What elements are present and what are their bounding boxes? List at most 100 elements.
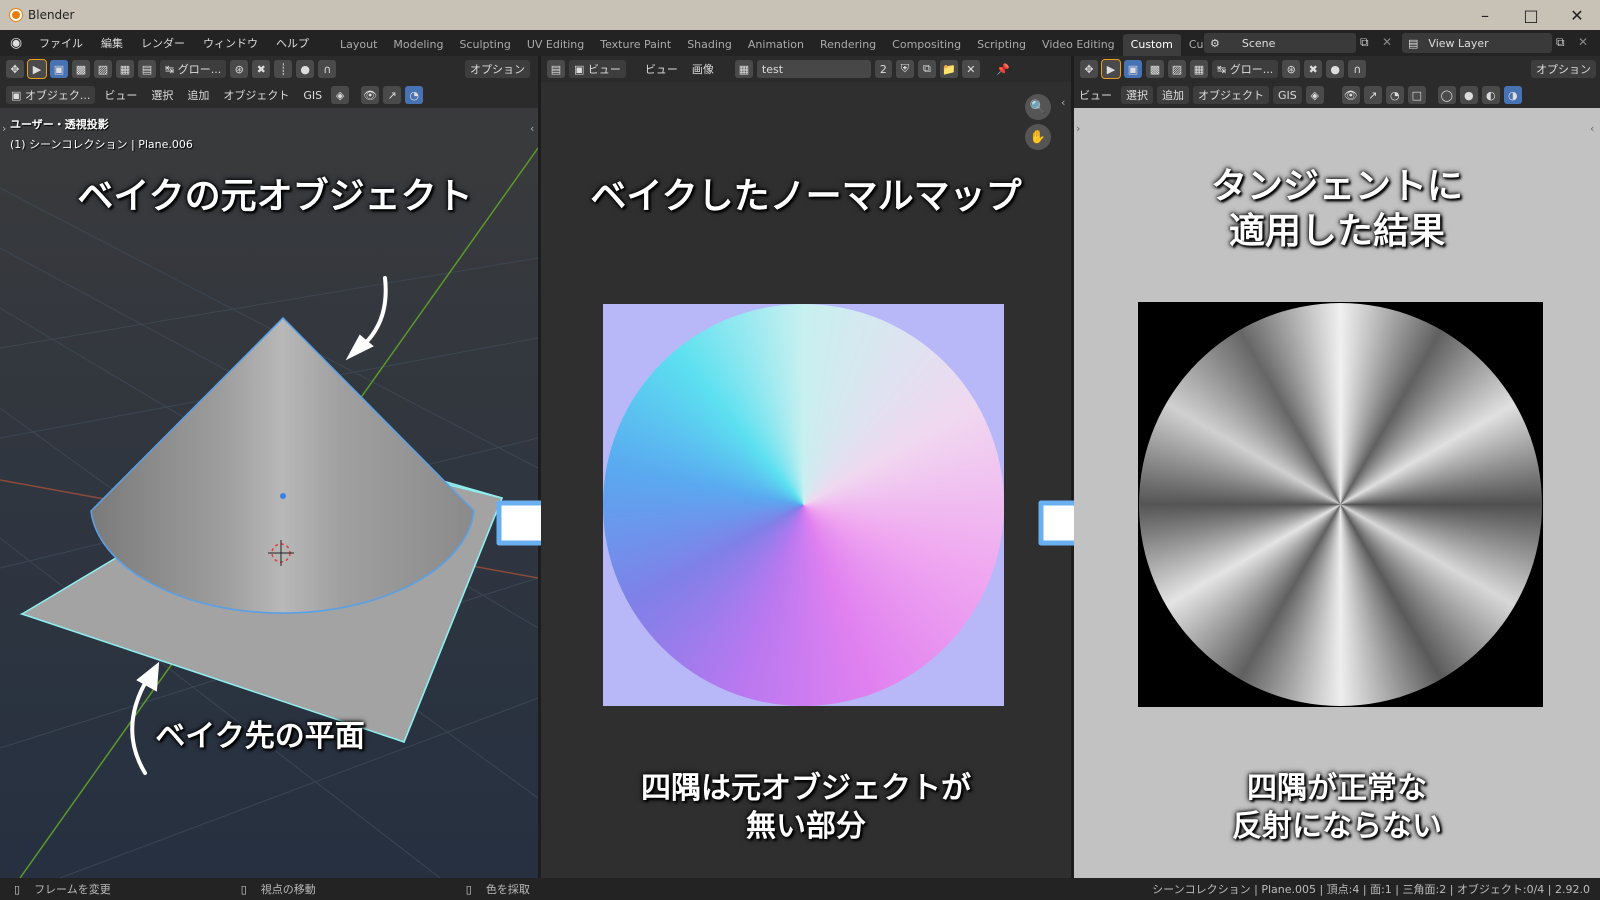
editor-type-icon[interactable]: ✥ xyxy=(6,60,24,78)
falloff-icon[interactable]: ∩ xyxy=(1348,60,1367,78)
menu-gis[interactable]: GIS xyxy=(1273,86,1302,104)
new-view-layer-icon[interactable]: ⧉ xyxy=(1556,35,1565,50)
mode-dropdown[interactable]: ▣ オブジェク... xyxy=(6,86,96,104)
select-invert-icon[interactable]: ▦ xyxy=(1190,60,1208,78)
image-browse-icon[interactable]: ▦ xyxy=(734,60,753,78)
sidebar-toggle-icon[interactable]: ‹ xyxy=(530,122,534,135)
tangent-result-render[interactable] xyxy=(1138,302,1543,707)
delete-view-layer-icon[interactable]: ✕ xyxy=(1578,35,1588,49)
viewport-3d-left[interactable]: ✥ ▶ ▣ ▩ ▨ ▦ ▤ ↹ グロー... ⊛ ✖ ┊ ● ∩ オプション ▣… xyxy=(0,56,538,878)
select-extend-icon[interactable]: ▩ xyxy=(72,60,90,78)
gizmo-toggle-icon[interactable]: ↗ xyxy=(383,86,402,104)
visibility-icon[interactable]: 👁 xyxy=(361,86,380,104)
source-cone[interactable] xyxy=(90,316,475,614)
select-tool-icon[interactable]: ▶ xyxy=(1101,59,1121,79)
menu-object[interactable]: オブジェクト xyxy=(218,86,294,104)
sidebar-toggle-icon[interactable]: ‹ xyxy=(1590,122,1594,135)
sidebar-toggle-icon[interactable]: ‹ xyxy=(1061,96,1065,109)
snap-target-icon[interactable]: ┊ xyxy=(274,60,293,78)
tab-layout[interactable]: Layout xyxy=(332,34,385,56)
select-tool-icon[interactable]: ▶ xyxy=(27,59,47,79)
menu-select[interactable]: 選択 xyxy=(146,86,178,104)
proportional-icon[interactable]: ● xyxy=(1326,60,1345,78)
menu-help[interactable]: ヘルプ xyxy=(267,35,318,51)
image-mode-dropdown[interactable]: ▣ ビュー xyxy=(569,60,626,78)
image-editor-middle[interactable]: ▤ ▣ ビュー ビュー 画像 ▦ test 2 ⛨ ⧉ 📁 ✕ 📌 🔍 ✋ ‹ … xyxy=(541,56,1071,878)
new-scene-icon[interactable]: ⧉ xyxy=(1360,35,1369,50)
tab-texture-paint[interactable]: Texture Paint xyxy=(592,34,679,56)
image-name-field[interactable]: test xyxy=(756,60,871,78)
shading-solid-icon[interactable]: ● xyxy=(1459,86,1478,104)
shading-rendered-icon[interactable]: ◑ xyxy=(1503,86,1522,104)
tab-video-editing[interactable]: Video Editing xyxy=(1034,34,1123,56)
falloff-icon[interactable]: ∩ xyxy=(318,60,337,78)
menu-render[interactable]: レンダー xyxy=(132,35,194,51)
minimize-icon[interactable]: – xyxy=(1462,0,1508,30)
tab-animation[interactable]: Animation xyxy=(740,34,812,56)
tab-modeling[interactable]: Modeling xyxy=(385,34,451,56)
fake-user-icon[interactable]: ⛨ xyxy=(895,60,914,78)
menu-file[interactable]: ファイル xyxy=(30,35,92,51)
proportional-icon[interactable]: ● xyxy=(296,60,315,78)
select-box-icon[interactable]: ▣ xyxy=(50,60,68,78)
scene-selector[interactable]: ⚙ Scene xyxy=(1204,33,1356,53)
editor-type-icon[interactable]: ▤ xyxy=(547,60,565,78)
select-box-icon[interactable]: ▣ xyxy=(1124,60,1142,78)
gizmo-icon[interactable]: ◈ xyxy=(331,86,350,104)
tab-scripting[interactable]: Scripting xyxy=(969,34,1034,56)
options-dropdown[interactable]: オプション xyxy=(1531,60,1596,78)
view-layer-selector[interactable]: ▤ View Layer xyxy=(1402,33,1552,53)
pan-hand-icon[interactable]: ✋ xyxy=(1025,124,1051,150)
menu-gis[interactable]: GIS xyxy=(298,86,327,104)
unlink-image-icon[interactable]: ✕ xyxy=(961,60,980,78)
tab-rendering[interactable]: Rendering xyxy=(812,34,884,56)
snap-icon[interactable]: ✖ xyxy=(252,60,271,78)
maximize-icon[interactable]: □ xyxy=(1508,0,1554,30)
open-image-icon[interactable]: 📁 xyxy=(939,60,958,78)
delete-scene-icon[interactable]: ✕ xyxy=(1382,35,1392,49)
tab-compositing[interactable]: Compositing xyxy=(884,34,969,56)
tab-custom[interactable]: Custom xyxy=(1122,34,1181,56)
menu-window[interactable]: ウィンドウ xyxy=(194,35,267,51)
snap-icon[interactable]: ✖ xyxy=(1304,60,1323,78)
options-dropdown[interactable]: オプション xyxy=(465,60,530,78)
viewport-3d-right[interactable]: ✥ ▶ ▣ ▩ ▨ ▦ ↹ グロー... ⊛ ✖ ● ∩ オプション ビュー 選… xyxy=(1074,56,1600,878)
tab-shading[interactable]: Shading xyxy=(679,34,740,56)
overlay-icon[interactable]: ◔ xyxy=(405,86,424,104)
xray-icon[interactable]: □ xyxy=(1407,86,1426,104)
select-subtract-icon[interactable]: ▨ xyxy=(1168,60,1186,78)
gizmo-toggle-icon[interactable]: ↗ xyxy=(1363,86,1382,104)
shading-material-icon[interactable]: ◐ xyxy=(1481,86,1500,104)
menu-object[interactable]: オブジェクト xyxy=(1193,86,1269,104)
menu-view[interactable]: ビュー xyxy=(99,86,142,104)
pivot-icon[interactable]: ⊛ xyxy=(230,60,249,78)
normal-map-image[interactable] xyxy=(603,304,1004,706)
menu-image[interactable]: 画像 xyxy=(687,60,719,78)
select-subtract-icon[interactable]: ▨ xyxy=(94,60,112,78)
transform-orientation-dropdown[interactable]: ↹ グロー... xyxy=(160,60,227,78)
menu-edit[interactable]: 編集 xyxy=(92,35,132,51)
menu-select[interactable]: 選択 xyxy=(1121,86,1153,104)
shading-wireframe-icon[interactable]: ◯ xyxy=(1437,86,1456,104)
menu-view[interactable]: ビュー xyxy=(640,60,683,78)
overlay-icon[interactable]: ◔ xyxy=(1385,86,1404,104)
zoom-icon[interactable]: 🔍 xyxy=(1025,94,1051,120)
toolbar-toggle-icon[interactable]: › xyxy=(2,122,6,135)
transform-orientation-dropdown[interactable]: ↹ グロー... xyxy=(1212,60,1279,78)
menu-add[interactable]: 追加 xyxy=(182,86,214,104)
menu-add[interactable]: 追加 xyxy=(1157,86,1189,104)
close-icon[interactable]: ✕ xyxy=(1554,0,1600,30)
pivot-icon[interactable]: ⊛ xyxy=(1282,60,1301,78)
new-image-icon[interactable]: ⧉ xyxy=(917,60,936,78)
image-users-count[interactable]: 2 xyxy=(874,60,892,78)
select-intersect-icon[interactable]: ▤ xyxy=(138,60,156,78)
pin-icon[interactable]: 📌 xyxy=(994,60,1012,78)
select-invert-icon[interactable]: ▦ xyxy=(116,60,134,78)
toolbar-toggle-icon[interactable]: › xyxy=(1076,122,1080,135)
tab-uv-editing[interactable]: UV Editing xyxy=(519,34,592,56)
visibility-icon[interactable]: 👁 xyxy=(1341,86,1360,104)
select-extend-icon[interactable]: ▩ xyxy=(1146,60,1164,78)
blender-menu-icon[interactable]: ◉ xyxy=(10,35,30,51)
menu-view[interactable]: ビュー xyxy=(1074,86,1117,104)
tab-sculpting[interactable]: Sculpting xyxy=(451,34,518,56)
